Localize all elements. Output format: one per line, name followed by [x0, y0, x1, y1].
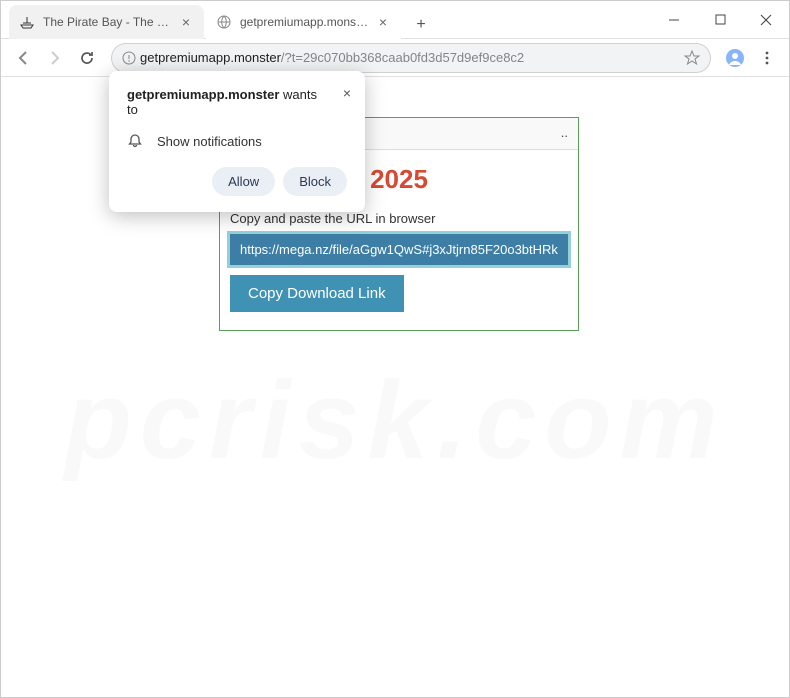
menu-button[interactable]	[753, 44, 781, 72]
not-secure-icon[interactable]	[118, 51, 140, 65]
watermark: pcrisk.com	[1, 357, 789, 484]
tab-strip: The Pirate Bay - The galaxy's m × getpre…	[1, 1, 651, 39]
bell-icon	[127, 133, 143, 149]
close-window-button[interactable]	[743, 1, 789, 39]
close-icon[interactable]: ×	[343, 85, 351, 101]
instruction-text: Copy and paste the URL in browser	[230, 211, 568, 226]
permission-label: Show notifications	[157, 134, 262, 149]
new-tab-button[interactable]: +	[407, 11, 435, 39]
notification-prompt-text: getpremiumapp.monster wants to	[127, 87, 347, 117]
tab-piratebay[interactable]: The Pirate Bay - The galaxy's m ×	[9, 5, 204, 39]
close-icon[interactable]: ×	[375, 14, 391, 30]
close-icon[interactable]: ×	[178, 14, 194, 30]
address-bar[interactable]: getpremiumapp.monster/?t=29c070bb368caab…	[111, 43, 711, 73]
ship-icon	[19, 14, 35, 30]
reload-button[interactable]	[73, 44, 101, 72]
bookmark-star-icon[interactable]	[680, 50, 704, 66]
back-button[interactable]	[9, 44, 37, 72]
allow-button[interactable]: Allow	[212, 167, 275, 196]
minimize-button[interactable]	[651, 1, 697, 39]
window-controls	[651, 1, 789, 39]
globe-icon	[216, 14, 232, 30]
tab-current[interactable]: getpremiumapp.monster/?t=29 ×	[206, 5, 401, 39]
notification-permission-popup: × getpremiumapp.monster wants to Show no…	[109, 71, 365, 212]
tab-title: getpremiumapp.monster/?t=29	[240, 15, 369, 29]
tab-title: The Pirate Bay - The galaxy's m	[43, 15, 172, 29]
block-button[interactable]: Block	[283, 167, 347, 196]
titlebar: The Pirate Bay - The galaxy's m × getpre…	[1, 1, 789, 39]
forward-button[interactable]	[41, 44, 69, 72]
url-text: getpremiumapp.monster/?t=29c070bb368caab…	[140, 50, 680, 65]
download-url-input[interactable]: https://mega.nz/file/aGgw1QwS#j3xJtjrn85…	[230, 234, 568, 265]
profile-button[interactable]	[721, 44, 749, 72]
copy-download-link-button[interactable]: Copy Download Link	[230, 275, 404, 312]
maximize-button[interactable]	[697, 1, 743, 39]
